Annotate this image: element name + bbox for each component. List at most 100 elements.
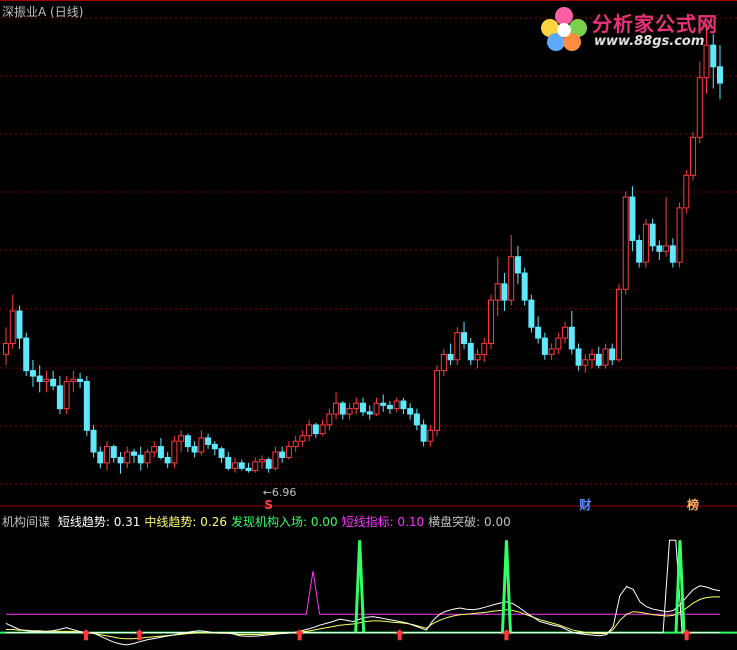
candle-body-100 xyxy=(676,207,683,263)
candle-body-54 xyxy=(366,411,373,415)
candle-body-43 xyxy=(292,440,299,448)
logo-title: 分析家公式网 xyxy=(592,12,718,36)
candle-body-102 xyxy=(690,136,697,176)
candle-body-90 xyxy=(609,348,616,361)
candle-body-73 xyxy=(494,283,501,301)
stock-title: 深振业A (日线) xyxy=(2,5,84,19)
candle-body-66 xyxy=(447,353,454,361)
candle-body-1 xyxy=(9,310,16,345)
candle-body-89 xyxy=(602,348,609,366)
candle-body-8 xyxy=(56,385,63,410)
candle-body-65 xyxy=(440,353,447,372)
candle-body-64 xyxy=(434,370,441,431)
candle-body-95 xyxy=(642,223,649,263)
candle-body-13 xyxy=(90,429,97,453)
candle-body-53 xyxy=(360,402,366,413)
candle-body-29 xyxy=(198,437,205,453)
candle-body-49 xyxy=(333,402,340,415)
indicator-name: 机构间谍 xyxy=(2,515,51,529)
candle-body-52 xyxy=(353,402,360,410)
candle-body-24 xyxy=(164,456,171,464)
candle-body-80 xyxy=(541,337,548,355)
candle-body-101 xyxy=(683,174,690,209)
candle-body-37 xyxy=(252,461,259,471)
candle-body-16 xyxy=(110,446,117,458)
candle-body-74 xyxy=(501,283,508,301)
logo-url: www.88gs.com xyxy=(594,34,705,49)
candle-body-59 xyxy=(400,400,407,410)
candle-body-106 xyxy=(717,66,723,84)
candle-body-41 xyxy=(279,451,286,458)
candle-body-18 xyxy=(124,451,131,464)
candle-body-3 xyxy=(23,337,30,372)
candle-body-72 xyxy=(487,299,494,345)
candle-body-28 xyxy=(191,446,198,453)
indicator-field-3: 短线指标: 0.10 xyxy=(341,515,425,529)
site-logo: 分析家公式网 www.88gs.com xyxy=(536,2,736,54)
candle-body-93 xyxy=(629,196,636,241)
candle-body-17 xyxy=(117,456,124,464)
chart-canvas: ←6.96S 财榜 xyxy=(0,0,737,646)
candle-body-45 xyxy=(306,424,313,437)
candle-body-71 xyxy=(481,343,488,355)
flower-logo-icon xyxy=(541,7,587,51)
candle-body-96 xyxy=(649,223,656,247)
indicator-field-1: 中线趋势: 0.26 xyxy=(144,515,227,529)
candle-body-56 xyxy=(380,402,387,406)
candle-body-22 xyxy=(151,446,158,453)
candle-body-60 xyxy=(407,408,414,415)
candle-body-6 xyxy=(43,378,50,382)
candle-body-68 xyxy=(461,332,468,345)
candle-body-26 xyxy=(178,435,185,442)
candle-body-70 xyxy=(474,353,481,361)
candle-body-58 xyxy=(393,400,400,410)
indicator-field-0: 短线趋势: 0.31 xyxy=(57,515,141,529)
candle-body-75 xyxy=(508,256,515,301)
candle-body-99 xyxy=(669,245,676,263)
candle-body-62 xyxy=(420,424,427,442)
candle-body-33 xyxy=(225,456,232,469)
candle-body-69 xyxy=(467,343,474,361)
candle-body-57 xyxy=(386,404,393,410)
candle-body-86 xyxy=(582,359,589,366)
candle-body-67 xyxy=(454,332,461,361)
indicator-field-2: 发现机构入场: 0.00 xyxy=(231,515,338,529)
candle-body-14 xyxy=(97,451,104,464)
candle-body-63 xyxy=(427,429,434,442)
indicator-field-4: 横盘突破: 0.00 xyxy=(428,515,511,529)
candle-body-27 xyxy=(184,435,191,448)
candle-body-10 xyxy=(70,378,77,382)
candle-body-50 xyxy=(339,402,346,415)
candle-body-4 xyxy=(29,370,36,377)
buy-arrow-icon-2 xyxy=(294,629,305,641)
candle-body-82 xyxy=(555,337,562,350)
candle-body-81 xyxy=(548,348,555,355)
candle-body-40 xyxy=(272,451,279,469)
candle-body-85 xyxy=(575,348,582,366)
candle-body-97 xyxy=(656,245,663,252)
candle-body-25 xyxy=(171,440,178,464)
candle-body-12 xyxy=(83,380,90,431)
candle-body-20 xyxy=(137,454,144,464)
candle-body-47 xyxy=(319,424,326,435)
marker-2: 榜 xyxy=(687,497,699,512)
candle-body-34 xyxy=(232,462,239,469)
candle-body-88 xyxy=(595,353,602,366)
marker-0: S xyxy=(264,498,273,512)
candle-body-103 xyxy=(696,77,703,138)
chart-stage: ←6.96 S 财榜 深振业A (日线) 分析家公式网 www.88gs.com 机… xyxy=(0,0,737,650)
marker-1: 财 xyxy=(578,497,591,512)
candle-body-44 xyxy=(299,435,306,442)
candle-body-83 xyxy=(562,326,569,339)
candle-body-15 xyxy=(104,446,111,464)
candle-body-94 xyxy=(636,239,643,263)
candle-body-19 xyxy=(130,451,137,456)
candle-body-98 xyxy=(663,245,670,252)
candle-body-2 xyxy=(16,310,23,339)
candle-body-87 xyxy=(589,353,596,361)
candle-body-61 xyxy=(413,413,420,426)
candle-body-76 xyxy=(514,256,521,274)
buy-arrow-icon-0 xyxy=(81,629,92,641)
candle-body-42 xyxy=(285,446,292,458)
candle-body-55 xyxy=(373,402,380,415)
